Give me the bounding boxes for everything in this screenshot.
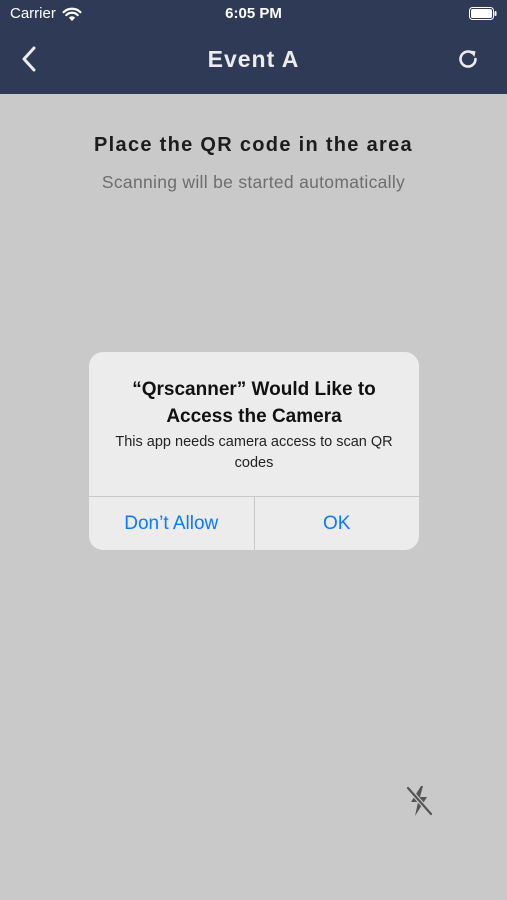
dont-allow-button[interactable]: Don’t Allow: [89, 497, 255, 550]
flash-toggle-button[interactable]: [400, 782, 438, 820]
status-time: 6:05 PM: [225, 5, 282, 22]
scan-instruction-title: Place the QR code in the area: [94, 134, 413, 156]
refresh-button[interactable]: [453, 44, 483, 74]
page-title: Event A: [207, 46, 300, 72]
flash-off-icon: [405, 785, 434, 817]
alert-title: “Qrscanner” Would Like to Access the Cam…: [132, 379, 376, 427]
refresh-icon: [459, 50, 477, 68]
ok-button[interactable]: OK: [255, 497, 420, 550]
status-bar: Carrier 6:05 PM: [0, 0, 507, 28]
alert-button-row: Don’t Allow OK: [89, 496, 419, 550]
alert-message: This app needs camera access to scan QR …: [115, 434, 393, 471]
chevron-left-icon: [22, 46, 36, 72]
camera-permission-alert: “Qrscanner” Would Like to Access the Cam…: [89, 352, 419, 550]
navigation-bar: Event A: [0, 28, 507, 94]
back-button[interactable]: [14, 44, 44, 74]
scan-instruction-subtitle: Scanning will be started automatically: [101, 172, 406, 192]
battery-icon: [469, 7, 497, 20]
